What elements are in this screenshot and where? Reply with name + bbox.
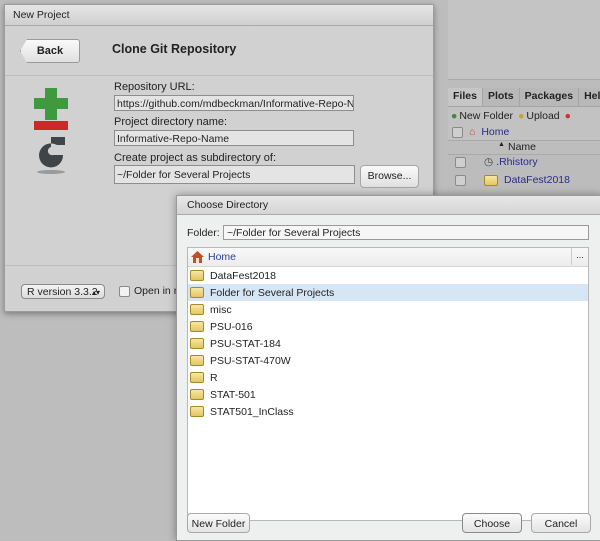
subdir-label: Create project as subdirectory of:	[114, 152, 277, 164]
folder-row[interactable]: STAT501_InClass	[188, 403, 588, 420]
delete-icon: ●	[564, 109, 571, 122]
breadcrumb: Home ...	[188, 248, 588, 267]
folder-icon	[190, 372, 204, 383]
choose-button[interactable]: Choose	[462, 513, 522, 533]
folder-icon	[190, 338, 204, 349]
folder-row[interactable]: PSU-STAT-184	[188, 335, 588, 352]
tab-files[interactable]: Files	[448, 88, 483, 106]
folder-icon	[190, 304, 204, 315]
folder-label: Folder:	[187, 227, 220, 239]
files-home-link[interactable]: Home	[481, 126, 509, 138]
home-link[interactable]: Home	[208, 251, 236, 263]
new-folder-icon: ●	[451, 109, 458, 122]
row-checkbox[interactable]	[455, 156, 466, 168]
history-file-icon: ◷	[484, 156, 494, 168]
page-title: Clone Git Repository	[112, 42, 237, 56]
folder-name: PSU-STAT-470W	[210, 354, 291, 367]
folder-row[interactable]: PSU-016	[188, 318, 588, 335]
folder-icon	[190, 321, 204, 332]
tab-packages[interactable]: Packages	[520, 88, 580, 106]
folder-row-selected[interactable]: Folder for Several Projects	[188, 284, 588, 301]
back-button[interactable]: Back	[20, 39, 80, 63]
open-new-session-option[interactable]: Open in n	[119, 285, 180, 297]
folder-name: STAT-501	[210, 388, 256, 401]
file-row[interactable]: ◷ .Rhistory	[448, 153, 600, 171]
name-column-header[interactable]: Name	[508, 141, 536, 153]
tab-help[interactable]: Hel	[579, 88, 600, 106]
folder-name: STAT501_InClass	[210, 405, 294, 418]
folder-name: PSU-016	[210, 320, 253, 333]
choose-directory-dialog: Choose Directory Folder: ~/Folder for Se…	[176, 195, 600, 541]
folder-row[interactable]: misc	[188, 301, 588, 318]
folder-icon	[190, 355, 204, 366]
folder-name: Folder for Several Projects	[210, 286, 335, 299]
file-row[interactable]: DataFest2018	[448, 171, 600, 189]
git-logo-icon	[34, 88, 68, 174]
file-name[interactable]: .Rhistory	[496, 156, 537, 168]
folder-row[interactable]: PSU-STAT-470W	[188, 352, 588, 369]
updown-arrow-icon: ▴▾	[91, 288, 100, 297]
file-name[interactable]: DataFest2018	[504, 174, 570, 186]
files-upload-button[interactable]: Upload	[526, 110, 559, 122]
folder-icon	[190, 287, 204, 298]
folder-row[interactable]: DataFest2018	[188, 267, 588, 284]
rstudio-tabs: Files Plots Packages Hel	[448, 88, 600, 107]
more-options-button[interactable]: ...	[571, 248, 588, 265]
folder-row[interactable]: STAT-501	[188, 386, 588, 403]
open-new-session-checkbox[interactable]	[119, 285, 130, 297]
dialog-header: Back Clone Git Repository	[5, 26, 433, 76]
folder-row[interactable]: R	[188, 369, 588, 386]
subdir-input[interactable]: ~/Folder for Several Projects	[114, 165, 355, 184]
repo-url-input[interactable]: https://github.com/mdbeckman/Informative…	[114, 95, 354, 111]
files-breadcrumb: ⌂ Home	[448, 124, 600, 141]
home-icon: ⌂	[469, 126, 476, 138]
directory-list: Home ... DataFest2018 Folder for Several…	[187, 247, 589, 521]
dir-name-input[interactable]: Informative-Repo-Name	[114, 130, 354, 146]
folder-name: DataFest2018	[210, 269, 276, 282]
folder-icon	[484, 174, 498, 186]
r-version-select[interactable]: R version 3.3.2 ▴▾	[21, 284, 105, 299]
folder-icon	[190, 270, 204, 281]
new-folder-button[interactable]: New Folder	[187, 513, 250, 533]
tab-plots[interactable]: Plots	[483, 88, 520, 106]
sort-asc-icon: ▲	[498, 141, 505, 148]
files-new-folder-button[interactable]: New Folder	[459, 110, 513, 122]
files-toolbar: ● New Folder ● Upload ●	[448, 107, 600, 125]
cancel-button[interactable]: Cancel	[531, 513, 591, 533]
upload-icon: ●	[518, 109, 525, 122]
home-icon	[191, 251, 204, 263]
folder-name: R	[210, 371, 218, 384]
select-all-checkbox[interactable]	[452, 126, 463, 138]
dialog-title: New Project	[5, 5, 433, 26]
dialog-title: Choose Directory	[177, 196, 600, 215]
row-checkbox[interactable]	[455, 174, 466, 186]
folder-icon	[190, 389, 204, 400]
folder-icon	[190, 406, 204, 417]
repo-url-label: Repository URL:	[114, 81, 195, 93]
folder-name: PSU-STAT-184	[210, 337, 281, 350]
open-new-session-label: Open in n	[134, 285, 180, 297]
r-version-value: R version 3.3.2	[27, 286, 98, 298]
folder-input[interactable]: ~/Folder for Several Projects	[223, 225, 589, 240]
folder-name: misc	[210, 303, 232, 316]
browse-button[interactable]: Browse...	[360, 165, 419, 188]
rstudio-upper-pane	[448, 0, 600, 80]
dir-name-label: Project directory name:	[114, 116, 228, 128]
